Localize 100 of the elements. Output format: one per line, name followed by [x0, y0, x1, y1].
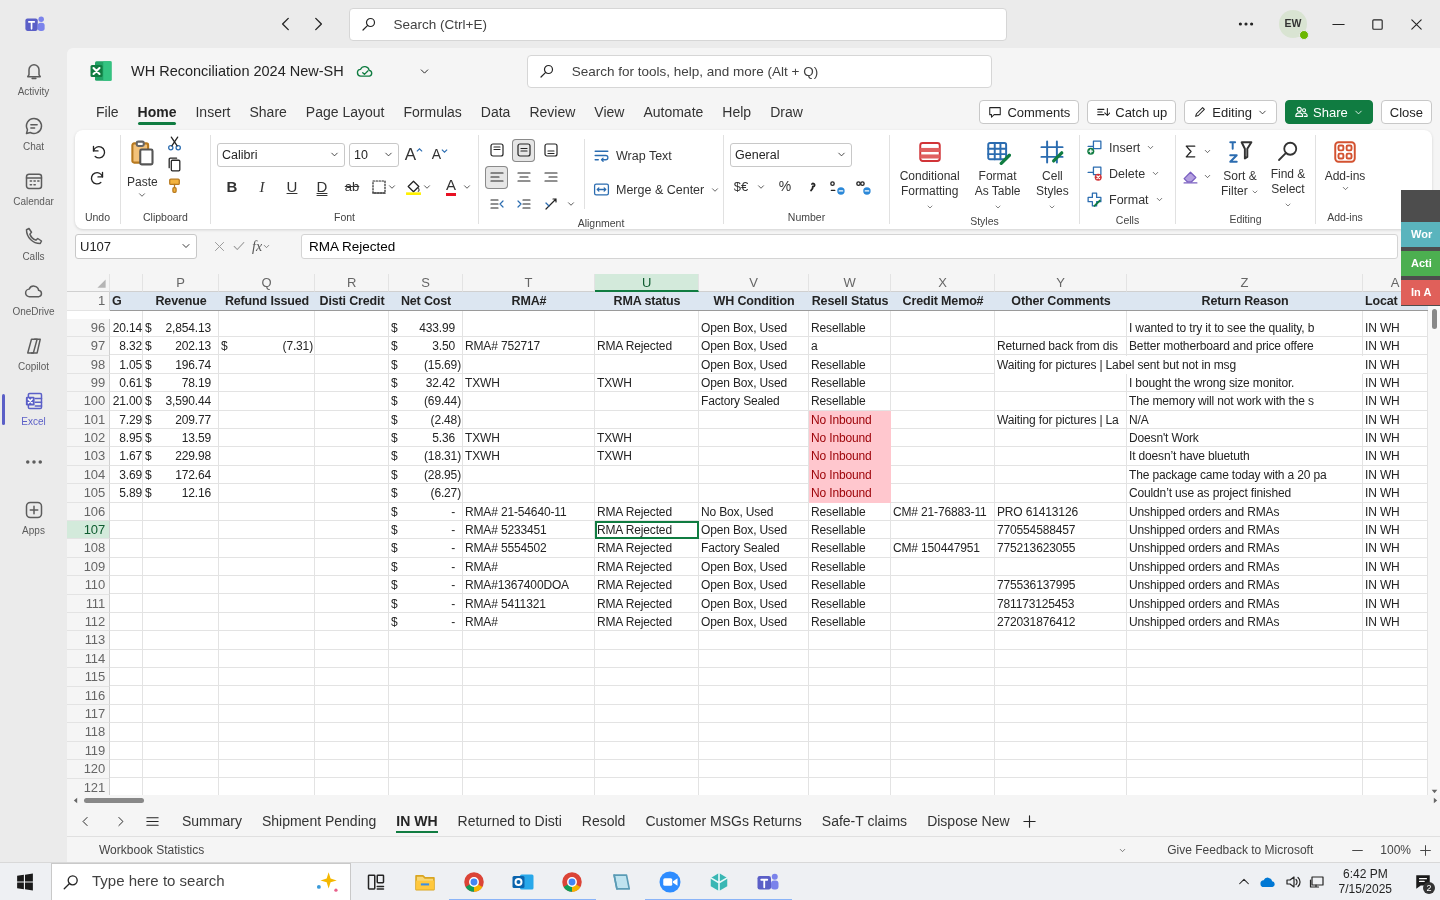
close-icon[interactable]	[1409, 16, 1424, 32]
find-select-button[interactable]: Find & Select	[1268, 138, 1308, 212]
column-header[interactable]: S	[389, 273, 463, 292]
column-header[interactable]: W	[809, 273, 891, 292]
font-select[interactable]: Calibri	[217, 142, 345, 167]
search-field[interactable]: Search (Ctrl+E)	[348, 7, 1007, 41]
name-box[interactable]: U107	[75, 233, 197, 259]
column-header[interactable]: T	[463, 273, 595, 292]
plus-icon[interactable]	[1419, 843, 1432, 857]
windows-icon[interactable]	[15, 872, 34, 891]
column-header[interactable]: P	[143, 273, 219, 292]
row-header[interactable]: 118	[67, 723, 110, 742]
formula-field[interactable]: RMA Rejected	[301, 233, 1398, 259]
sheet-tab[interactable]: Resold	[571, 807, 636, 836]
bold-button[interactable]: B	[221, 174, 243, 199]
app-bar-item[interactable]: Calendar	[0, 162, 67, 217]
sheet-tab[interactable]: Customer MSGs Returns	[635, 807, 812, 836]
plus-icon[interactable]	[1021, 813, 1037, 829]
maximize-icon[interactable]	[1370, 16, 1385, 32]
row-header[interactable]: 97	[67, 337, 110, 356]
row-header[interactable]: 103	[67, 447, 110, 466]
video-camera-icon[interactable]	[657, 869, 682, 894]
ribbon-tab[interactable]: Share	[240, 97, 296, 128]
wrap-text-button[interactable]: Wrap Text	[593, 142, 721, 169]
ribbon-tab[interactable]: Automate	[634, 97, 713, 128]
percent-button[interactable]: %	[774, 174, 796, 199]
ribbon-tab[interactable]: Page Layout	[296, 97, 394, 128]
ribbon-tab[interactable]: Formulas	[394, 97, 471, 128]
feedback-link[interactable]: Give Feedback to Microsoft	[1167, 840, 1314, 859]
task-view-icon[interactable]	[365, 871, 386, 892]
ribbon-tab[interactable]: Review	[520, 97, 585, 128]
action-button[interactable]: Catch up	[1087, 100, 1177, 125]
currency-button[interactable]: $€	[730, 174, 752, 199]
action-button[interactable]: Close	[1380, 100, 1432, 125]
panel-tab[interactable]: In A	[1401, 280, 1440, 305]
row-header[interactable]: 100	[67, 392, 110, 411]
zoom-level[interactable]: 100%	[1380, 840, 1411, 859]
row-header[interactable]: 120	[67, 760, 110, 779]
sort-filter-button[interactable]: Sort & Filter	[1220, 138, 1260, 199]
row-header[interactable]: 105	[67, 484, 110, 503]
sheet-tab[interactable]: Returned to Disti	[447, 807, 572, 836]
scrollbar-thumb[interactable]	[1431, 308, 1437, 329]
clock-time[interactable]: 6:42 PM	[1338, 866, 1392, 882]
monitor-icon[interactable]	[1308, 873, 1325, 890]
fill-bucket-icon[interactable]	[405, 178, 422, 196]
sheet-tab[interactable]: Summary	[172, 807, 252, 836]
paste-button[interactable]: Paste	[127, 134, 158, 200]
ribbon-tab[interactable]: Insert	[186, 97, 240, 128]
row-header[interactable]: 113	[67, 631, 110, 650]
ribbon-tab[interactable]: Data	[471, 97, 520, 128]
merge-center-button[interactable]: Merge & Center	[593, 176, 721, 203]
row-header[interactable]: 110	[67, 576, 110, 595]
browser-icon[interactable]	[559, 869, 584, 894]
action-button[interactable]: Share	[1285, 100, 1373, 125]
clock-date[interactable]: 7/15/2025	[1338, 881, 1392, 897]
ribbon-tab[interactable]: Home	[128, 97, 186, 128]
shrink-font-button[interactable]: A	[429, 142, 451, 167]
sheet-tab[interactable]: IN WH	[386, 807, 448, 836]
conditional-formatting-button[interactable]: Conditional Formatting	[896, 138, 964, 214]
align-left-button[interactable]	[485, 165, 508, 189]
number-format-select[interactable]: General	[730, 142, 852, 167]
column-header[interactable]: Q	[219, 273, 315, 292]
browser-icon[interactable]	[461, 869, 486, 894]
strikethrough-button[interactable]: ab	[341, 174, 363, 199]
status-text[interactable]: Workbook Statistics	[99, 840, 205, 859]
column-header[interactable]: Y	[995, 273, 1127, 292]
ribbon-tab[interactable]: File	[87, 97, 128, 128]
taskbar-search-box[interactable]: Type here to search	[51, 862, 351, 900]
column-header[interactable]: R	[315, 273, 389, 292]
ribbon-tab[interactable]: Draw	[761, 97, 812, 128]
format-as-table-button[interactable]: Format As Table	[971, 138, 1024, 214]
row-header[interactable]: 108	[67, 539, 110, 558]
scroll-right-icon[interactable]	[1431, 796, 1440, 806]
ribbon-tab[interactable]: View	[585, 97, 634, 128]
delete-button[interactable]: Delete	[1086, 160, 1161, 187]
font-color-button[interactable]: A	[440, 174, 462, 199]
action-button[interactable]: Comments	[979, 100, 1080, 125]
column-header[interactable]: X	[891, 273, 995, 292]
row-header[interactable]: 102	[67, 429, 110, 448]
column-header[interactable]: V	[699, 273, 809, 292]
border-icon[interactable]	[371, 178, 387, 195]
sheet-tab[interactable]: Shipment Pending	[251, 807, 387, 836]
sheet-tab[interactable]: Dispose New	[917, 807, 1020, 836]
app-bar-item[interactable]: Activity	[0, 52, 67, 107]
app-bar-item[interactable]: OneDrive	[0, 272, 67, 327]
underline-button[interactable]: U	[281, 174, 303, 199]
scissors-icon[interactable]	[165, 134, 183, 152]
add-ins-button[interactable]: Add-ins	[1324, 138, 1366, 193]
app-bar-item[interactable]: Copilot	[0, 327, 67, 382]
column-header[interactable]: U	[595, 273, 699, 292]
font-size-select[interactable]: 10	[349, 142, 399, 167]
sheet-tab[interactable]: Safe-T claims	[811, 807, 918, 836]
taskbar-search-field[interactable]: Type here to search	[90, 869, 304, 894]
column-header[interactable]: Z	[1127, 273, 1363, 292]
format-button[interactable]: Format	[1086, 186, 1164, 213]
insert-function-button[interactable]: fx	[252, 235, 272, 257]
ribbon-tab[interactable]: Help	[713, 97, 761, 128]
avatar[interactable]: EW	[1279, 10, 1307, 38]
row-header[interactable]: 115	[67, 668, 110, 687]
double-underline-button[interactable]: D	[311, 174, 333, 199]
